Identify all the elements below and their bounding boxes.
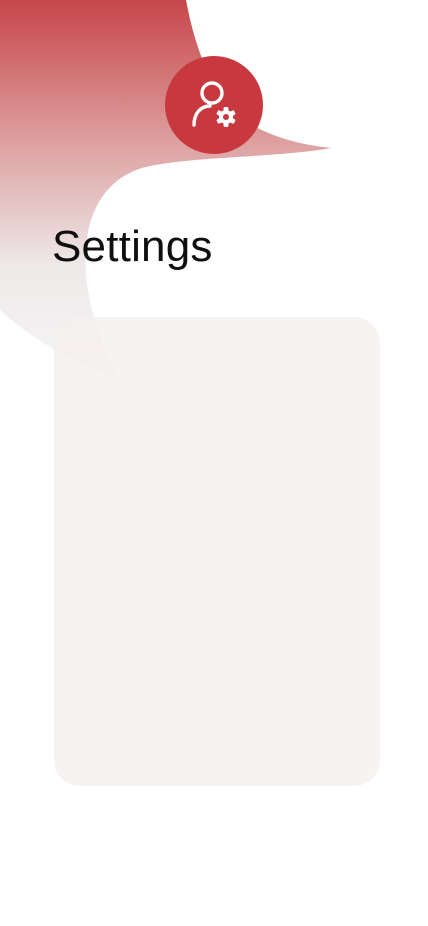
settings-card xyxy=(54,317,380,786)
user-settings-icon xyxy=(192,81,236,127)
user-settings-badge[interactable] xyxy=(165,56,263,154)
settings-screen: Settings xyxy=(0,0,428,926)
page-title: Settings xyxy=(52,222,213,271)
gear-icon xyxy=(216,107,236,127)
